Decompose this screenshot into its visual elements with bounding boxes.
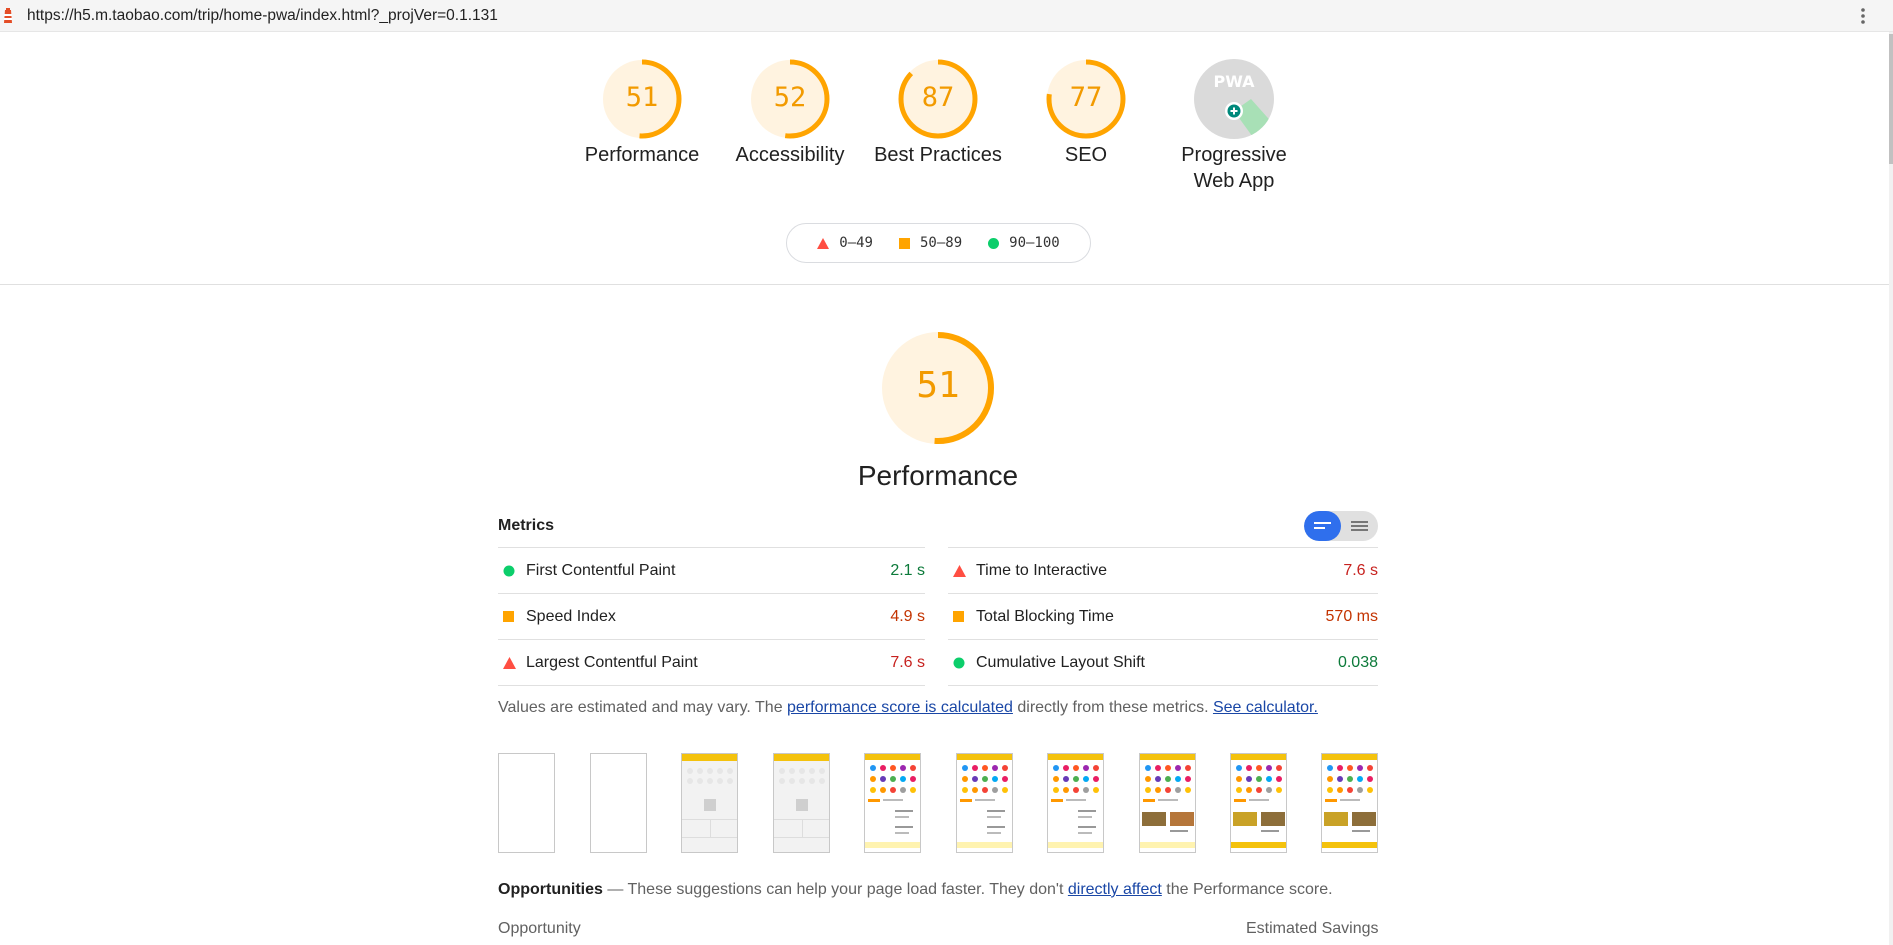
metric-value: 570 ms xyxy=(1325,608,1378,625)
performance-big-score: 51 xyxy=(916,365,960,406)
section-divider xyxy=(0,284,1889,285)
filmstrip-frame-6 xyxy=(956,753,1013,853)
accessibility-score: 52 xyxy=(773,82,807,113)
legend-average-range: 50–89 xyxy=(919,235,963,251)
metrics-view-toggle[interactable] xyxy=(1304,511,1378,541)
pass-circle-icon xyxy=(953,657,965,669)
metric-first-contentful-paint[interactable]: First Contentful Paint 2.1 s xyxy=(498,547,925,593)
performance-section-title: Performance xyxy=(857,460,1019,491)
metric-name: Cumulative Layout Shift xyxy=(976,654,1145,671)
filmstrip-frame-5 xyxy=(864,753,921,853)
filmstrip-frame-9 xyxy=(1230,753,1287,853)
metric-total-blocking-time[interactable]: Total Blocking Time 570 ms xyxy=(948,593,1378,639)
metric-value: 7.6 s xyxy=(890,654,925,671)
seo-score: 77 xyxy=(1069,82,1103,113)
legend-pass: 90–100 xyxy=(988,235,1060,251)
score-legend: 0–49 50–89 90–100 xyxy=(786,223,1091,263)
directly-affect-link[interactable]: directly affect xyxy=(1068,881,1162,898)
gauge-label: SEO xyxy=(1064,144,1108,166)
metric-name: Largest Contentful Paint xyxy=(526,654,698,671)
legend-fail-range: 0–49 xyxy=(839,235,873,251)
opportunity-column-header: Opportunity xyxy=(498,920,581,937)
filmstrip-frame-7 xyxy=(1047,753,1104,853)
page-thumbnail-image xyxy=(1231,754,1286,848)
metrics-heading: Metrics xyxy=(498,517,555,534)
page-thumbnail-image xyxy=(1322,754,1377,848)
performance-score: 51 xyxy=(625,82,659,113)
gauge-label-line1: Progressive xyxy=(1181,144,1287,166)
metric-value: 4.9 s xyxy=(890,608,925,625)
metric-value: 7.6 s xyxy=(1343,562,1378,579)
filmstrip-frame-1 xyxy=(498,753,555,853)
opportunities-desc-2: the Performance score. xyxy=(1161,881,1333,898)
legend-pass-range: 90–100 xyxy=(1009,235,1060,251)
pass-circle-icon xyxy=(503,565,515,577)
report-url[interactable]: https://h5.m.taobao.com/trip/home-pwa/in… xyxy=(27,7,498,25)
gauge-best-practices[interactable]: 87 Best Practices xyxy=(858,58,1018,168)
loading-skeleton-image xyxy=(682,768,737,838)
metric-cumulative-layout-shift[interactable]: Cumulative Layout Shift 0.038 xyxy=(948,639,1378,685)
metrics-row-divider xyxy=(498,685,925,686)
url-bar: https://h5.m.taobao.com/trip/home-pwa/in… xyxy=(0,0,1893,32)
more-options-icon[interactable] xyxy=(1859,7,1867,25)
fail-triangle-icon xyxy=(953,565,966,577)
note-middle: directly from these metrics. xyxy=(1012,699,1213,716)
average-square-icon xyxy=(898,237,910,249)
filmstrip-frame-8 xyxy=(1139,753,1196,853)
metric-name: First Contentful Paint xyxy=(526,562,676,579)
average-square-icon xyxy=(503,611,514,622)
metrics-row-divider xyxy=(948,685,1378,686)
metric-speed-index[interactable]: Speed Index 4.9 s xyxy=(498,593,925,639)
note-prefix: Values are estimated and may vary. The xyxy=(498,699,788,716)
legend-fail: 0–49 xyxy=(817,235,873,251)
page-thumbnail-image xyxy=(1048,754,1103,848)
lighthouse-report: https://h5.m.taobao.com/trip/home-pwa/in… xyxy=(0,0,1893,945)
gauge-accessibility[interactable]: 52 Accessibility xyxy=(710,58,870,168)
metric-name: Time to Interactive xyxy=(976,562,1108,579)
metric-name: Speed Index xyxy=(526,608,616,625)
page-thumbnail-image xyxy=(1140,754,1195,848)
gauge-label: Best Practices xyxy=(874,144,1002,166)
best-practices-score: 87 xyxy=(921,82,955,113)
legend-average: 50–89 xyxy=(898,235,963,251)
estimated-savings-column-header: Estimated Savings xyxy=(1246,920,1379,937)
pass-circle-icon xyxy=(988,237,1000,249)
page-thumbnail-image xyxy=(957,754,1012,848)
gauge-label: Accessibility xyxy=(735,144,845,166)
opportunities-desc-1: — These suggestions can help your page l… xyxy=(602,881,1068,898)
filmstrip-frame-4 xyxy=(773,753,830,853)
filmstrip-frame-10 xyxy=(1321,753,1378,853)
scrollbar-thumb[interactable] xyxy=(1889,34,1893,164)
pwa-badge-icon xyxy=(1194,59,1274,139)
metrics-note: Values are estimated and may vary. The p… xyxy=(498,699,1318,717)
page-thumbnail-image xyxy=(865,754,920,848)
pwa-badge-text: PWA xyxy=(1213,72,1255,91)
metric-name: Total Blocking Time xyxy=(976,608,1114,625)
gauge-label: Performance xyxy=(584,144,700,166)
loading-skeleton-image xyxy=(774,768,829,838)
gauge-label-line2: Web App xyxy=(1193,170,1275,192)
lighthouse-icon xyxy=(4,8,12,23)
fail-triangle-icon xyxy=(503,657,516,669)
filmstrip-frame-3 xyxy=(681,753,738,853)
average-square-icon xyxy=(953,611,964,622)
metric-time-to-interactive[interactable]: Time to Interactive 7.6 s xyxy=(948,547,1378,593)
opportunities-header: Opportunities — These suggestions can he… xyxy=(498,881,1333,899)
metric-value: 2.1 s xyxy=(890,562,925,579)
filmstrip-frame-2 xyxy=(590,753,647,853)
gauge-pwa[interactable]: PWA Progressive Web App xyxy=(1154,58,1314,194)
compact-view-icon xyxy=(1314,522,1331,529)
expanded-view-icon[interactable] xyxy=(1351,520,1368,532)
opportunities-title: Opportunities xyxy=(498,881,603,898)
metric-largest-contentful-paint[interactable]: Largest Contentful Paint 7.6 s xyxy=(498,639,925,685)
fail-triangle-icon xyxy=(817,237,830,249)
gauge-performance[interactable]: 51 Performance xyxy=(562,58,722,168)
scrollbar-track[interactable] xyxy=(1889,32,1893,945)
score-calculated-link[interactable]: performance score is calculated xyxy=(787,699,1013,716)
gauge-seo[interactable]: 77 SEO xyxy=(1006,58,1166,168)
see-calculator-link[interactable]: See calculator. xyxy=(1213,699,1318,716)
metric-value: 0.038 xyxy=(1337,654,1378,671)
